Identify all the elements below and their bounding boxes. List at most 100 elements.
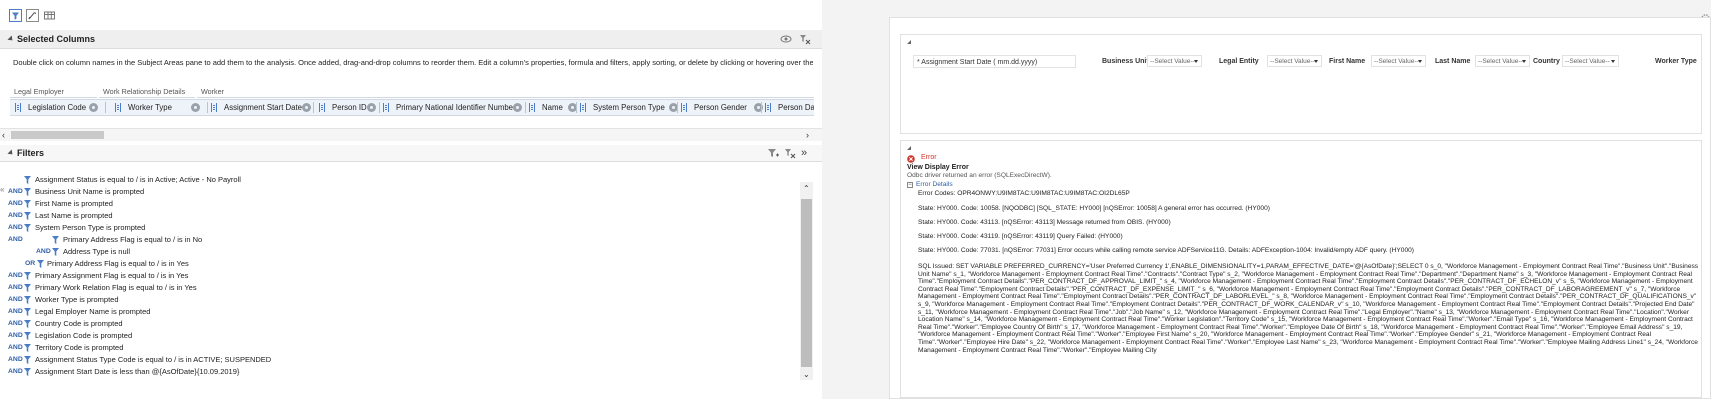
column-label: Person Dat [778, 103, 814, 112]
filter-text: Address Type is null [63, 247, 130, 256]
column-separator [313, 102, 314, 113]
drag-handle-icon[interactable] [115, 103, 121, 112]
odbc-message: Odbc driver returned an error (SQLExecDi… [907, 172, 1052, 179]
filter-funnel-icon [24, 200, 31, 208]
columns-horizontal-scrollbar[interactable]: ‹ › [0, 128, 822, 141]
table-view-icon[interactable] [43, 9, 56, 22]
filter-text: Primary Assignment Flag is equal to / is… [35, 271, 189, 280]
last-name-select[interactable]: --Select Value-- [1475, 55, 1530, 67]
column-group-legal-employer: Legal Employer [10, 86, 97, 98]
column-legislation-code[interactable]: Legislation Code [12, 100, 100, 115]
drag-handle-icon[interactable] [15, 103, 21, 112]
filter-text: Last Name is prompted [35, 211, 113, 220]
error-details-link[interactable]: Error Details [916, 181, 953, 188]
collapse-triangle-icon[interactable] [7, 149, 15, 157]
expand-pane-icon[interactable]: « [0, 185, 4, 194]
and-operator[interactable]: AND [8, 354, 23, 365]
column-worker-type[interactable]: Worker Type [112, 100, 202, 115]
country-select[interactable]: --Select Value-- [1562, 55, 1619, 67]
sql-issued-text: SQL Issued: SET VARIABLE PREFERRED_CURRE… [918, 263, 1699, 354]
column-assignment-start-date[interactable]: Assignment Start Date [208, 100, 311, 115]
drag-handle-icon[interactable] [580, 103, 586, 112]
section-collapse-icon[interactable] [906, 39, 912, 45]
filter-text: Country Code is prompted [35, 319, 123, 328]
scroll-right-icon[interactable]: › [806, 130, 809, 140]
and-operator[interactable]: AND [8, 330, 23, 341]
assignment-start-date-field[interactable]: * Assignment Start Date ( mm.dd.yyyy) [913, 55, 1076, 68]
view-display-error: View Display Error [907, 164, 969, 171]
and-operator[interactable]: AND [8, 318, 23, 329]
section-collapse-icon[interactable] [906, 145, 912, 151]
chevron-down-icon [1418, 60, 1422, 63]
edit-formula-icon[interactable] [26, 9, 39, 22]
select-value: --Select Value-- [1374, 58, 1419, 65]
column-gear-icon[interactable] [191, 103, 200, 112]
column-gear-icon[interactable] [513, 103, 522, 112]
or-operator[interactable]: OR [25, 258, 35, 269]
scroll-down-icon[interactable]: ⌄ [803, 370, 810, 380]
clear-filters-icon[interactable] [784, 148, 796, 159]
drag-handle-icon[interactable] [211, 103, 217, 112]
collapse-triangle-icon[interactable] [7, 35, 15, 43]
filter-icon[interactable] [9, 9, 22, 22]
column-name[interactable]: Name [526, 100, 581, 115]
filter-funnel-icon [52, 248, 59, 256]
business-unit-label: Business Unit [1102, 58, 1149, 65]
more-options-icon[interactable]: » [801, 147, 807, 159]
and-operator[interactable]: AND [36, 246, 51, 257]
drag-handle-icon[interactable] [319, 103, 325, 112]
column-label: Legislation Code [28, 103, 87, 112]
legal-entity-select[interactable]: --Select Value-- [1267, 55, 1322, 67]
select-value: --Select Value-- [1478, 58, 1523, 65]
filter-text: Primary Address Flag is equal to / is in… [47, 259, 189, 268]
collapse-details-icon[interactable]: − [907, 182, 913, 188]
filter-funnel-icon [24, 176, 31, 184]
filter-funnel-icon [24, 212, 31, 220]
column-separator [105, 102, 106, 113]
filter-text: First Name is prompted [35, 199, 113, 208]
scroll-left-icon[interactable]: ‹ [2, 130, 5, 140]
first-name-select[interactable]: --Select Value-- [1371, 55, 1426, 67]
and-operator[interactable]: AND [8, 282, 23, 293]
drag-handle-icon[interactable] [681, 103, 687, 112]
analysis-criteria-pane: Selected Columns Double click on column … [0, 0, 822, 399]
filters-title: Filters [17, 148, 45, 158]
and-operator[interactable]: AND [8, 306, 23, 317]
filters-header[interactable]: Filters » [0, 145, 822, 162]
column-gear-icon[interactable] [367, 103, 376, 112]
selected-columns-header[interactable]: Selected Columns [0, 30, 822, 49]
drag-handle-icon[interactable] [529, 103, 535, 112]
drag-handle-icon[interactable] [383, 103, 389, 112]
filter-funnel-icon [52, 236, 59, 244]
and-operator[interactable]: AND [8, 270, 23, 281]
column-system-person-type[interactable]: System Person Type [577, 100, 683, 115]
and-operator[interactable]: AND [8, 222, 23, 233]
and-operator[interactable]: AND [8, 234, 23, 245]
column-primary-national-identifier[interactable]: Primary National Identifier Number [380, 100, 525, 115]
scrollbar-thumb[interactable] [801, 199, 812, 367]
column-person-date[interactable]: Person Dat [762, 100, 814, 115]
and-operator[interactable]: AND [8, 198, 23, 209]
column-gear-icon[interactable] [302, 103, 311, 112]
clear-columns-icon[interactable] [799, 33, 811, 45]
and-operator[interactable]: AND [8, 294, 23, 305]
column-person-gender[interactable]: Person Gender [678, 100, 764, 115]
column-person-id[interactable]: Person ID [316, 100, 380, 115]
add-filter-icon[interactable] [767, 148, 779, 159]
first-name-label: First Name [1329, 58, 1366, 65]
and-operator[interactable]: AND [8, 210, 23, 221]
column-gear-icon[interactable] [89, 103, 98, 112]
and-operator[interactable]: AND [8, 366, 23, 377]
filter-text: Assignment Start Date is less than @{AsO… [35, 367, 240, 376]
error-title: Error [921, 154, 937, 161]
business-unit-select[interactable]: --Select Value-- [1147, 55, 1202, 67]
column-label: Person ID [332, 103, 367, 112]
drag-handle-icon[interactable] [765, 103, 771, 112]
filter-funnel-icon [24, 356, 31, 364]
column-group-worker: Worker [197, 86, 814, 98]
eye-icon[interactable] [780, 34, 792, 44]
scrollbar-thumb[interactable] [11, 131, 104, 139]
and-operator[interactable]: AND [8, 342, 23, 353]
scroll-up-icon[interactable]: ⌃ [803, 184, 810, 194]
and-operator[interactable]: AND [8, 186, 23, 197]
